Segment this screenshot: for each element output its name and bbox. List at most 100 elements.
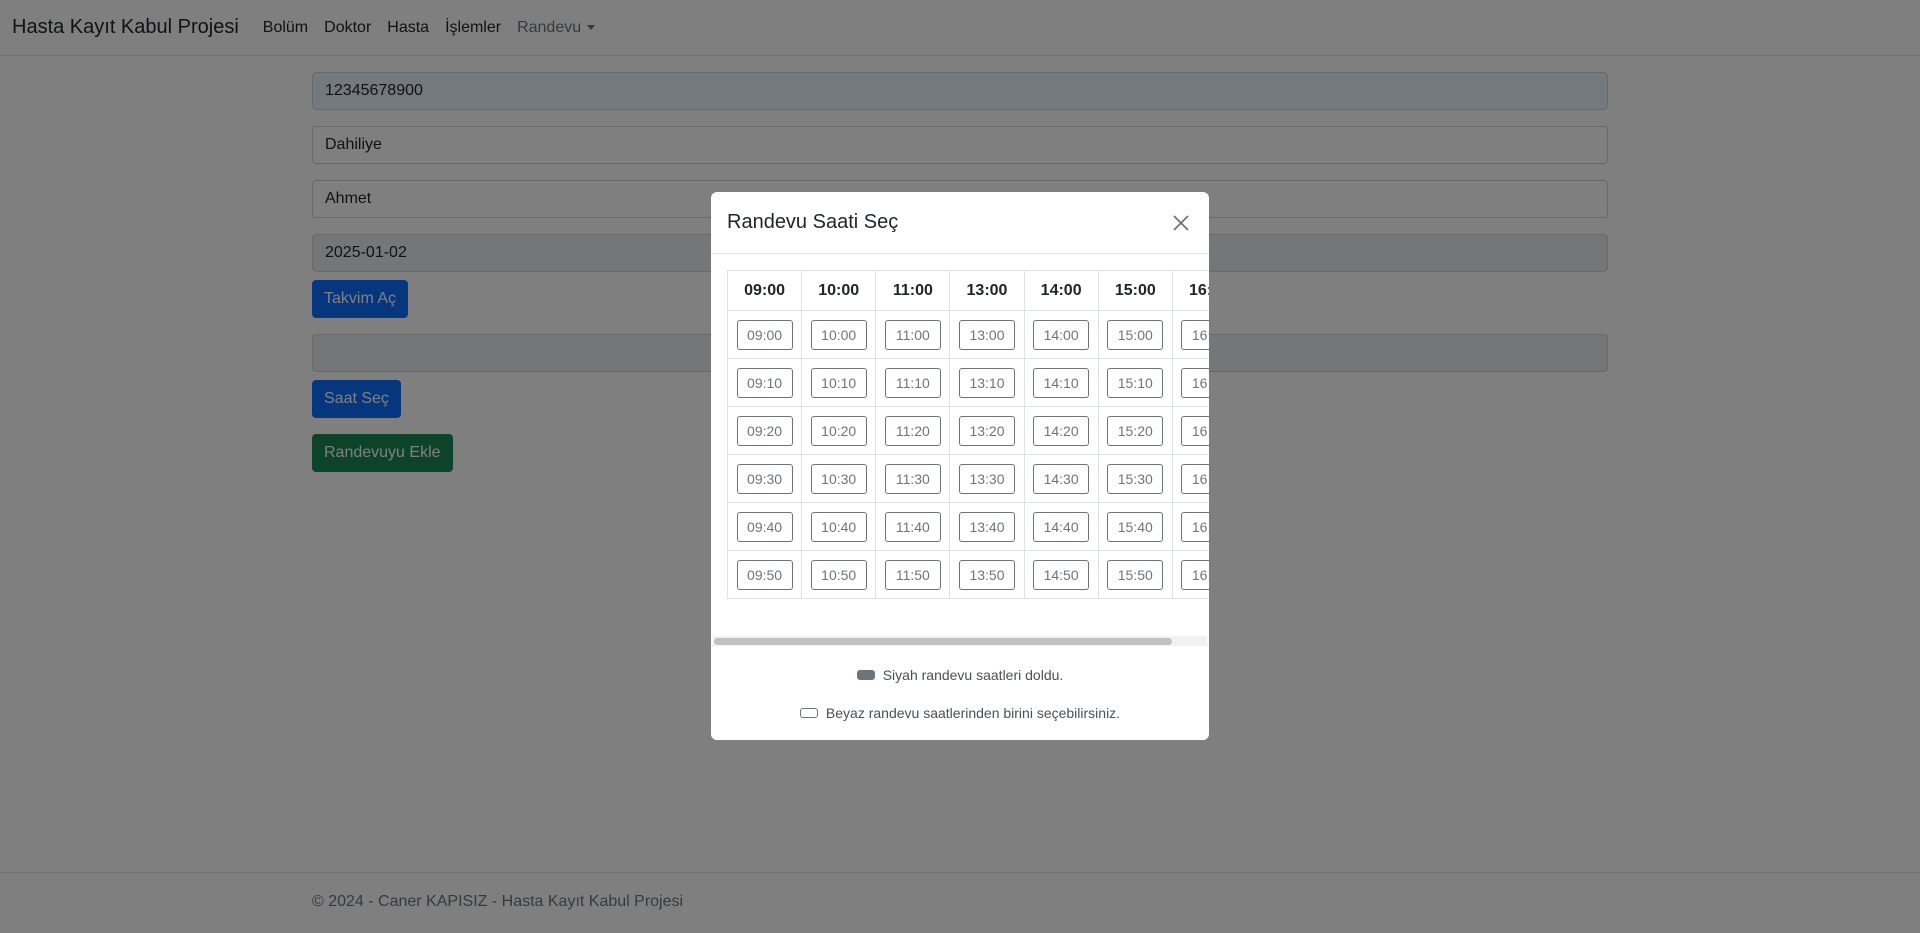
time-slot-button[interactable]: 10:20 [810,415,867,446]
table-cell: 14:20 [1023,406,1099,455]
time-slot-button[interactable]: 10:50 [810,559,867,590]
time-slot-button[interactable]: 10:40 [810,511,867,542]
table-cell: 16:40 [1171,502,1209,551]
time-slot-button[interactable]: 16:00 [1181,319,1209,350]
time-slots-table: 09:0010:0011:0013:0014:0015:0016:00 09:0… [726,270,1209,599]
table-cell: 10:20 [801,406,877,455]
column-header: 10:00 [801,270,877,311]
time-slot-button[interactable]: 14:50 [1033,559,1090,590]
time-slot-button[interactable]: 15:50 [1107,559,1164,590]
horizontal-scrollbar[interactable] [713,636,1207,646]
time-slot-button[interactable]: 11:40 [884,511,941,542]
table-cell: 09:50 [726,550,803,599]
time-slot-button[interactable]: 16:20 [1181,415,1209,446]
table-cell: 14:00 [1023,310,1099,359]
time-slot-button[interactable]: 11:20 [884,415,941,446]
table-cell: 15:00 [1097,310,1173,359]
slots-scroll-area: 09:0010:0011:0013:0014:0015:0016:00 09:0… [711,254,1209,634]
legend-available-text: Beyaz randevu saatlerinden birini seçebi… [825,705,1121,721]
table-cell: 16:30 [1171,454,1209,503]
time-slot-button[interactable]: 11:00 [884,319,941,350]
time-slot-button[interactable]: 11:30 [884,463,941,494]
column-header: 14:00 [1023,270,1099,311]
time-slot-button[interactable]: 10:00 [810,319,867,350]
time-picker-modal: Randevu Saati Seç 09:00 10:00 11:00 13:00 14… [711,192,1209,740]
time-slot-button[interactable]: 13:10 [958,367,1015,398]
time-slot-button[interactable]: 09:30 [736,463,793,494]
time-slot-button[interactable]: 13:40 [958,511,1015,542]
table-row: 09:10 10:10 11:10 13:10 14:10 15:10 16:10 [726,358,1209,407]
time-slot-button[interactable]: 13:00 [958,319,1015,350]
table-cell: 15:10 [1097,358,1173,407]
modal-body: 09:0010:0011:0013:0014:0015:0016:00 09:0… [711,254,1209,646]
time-slot-button[interactable]: 13:30 [958,463,1015,494]
time-slot-button[interactable]: 09:40 [736,511,793,542]
time-slot-button[interactable]: 15:10 [1107,367,1164,398]
time-slot-button[interactable]: 09:10 [736,367,793,398]
time-slot-button[interactable]: 11:10 [884,367,941,398]
table-cell: 15:40 [1097,502,1173,551]
table-cell: 13:20 [949,406,1025,455]
column-header: 13:00 [949,270,1025,311]
time-slot-button[interactable]: 16:40 [1181,511,1209,542]
time-slot-button[interactable]: 11:50 [884,559,941,590]
table-cell: 13:10 [949,358,1025,407]
column-header: 11:00 [875,270,951,311]
time-slot-button[interactable]: 09:50 [736,559,793,590]
table-cell: 14:30 [1023,454,1099,503]
modal-header: Randevu Saati Seç [711,192,1209,254]
table-cell: 11:30 [875,454,951,503]
table-cell: 09:00 [726,310,803,359]
table-row: 09:50 10:50 11:50 13:50 14:50 15:50 16:50 [726,550,1209,599]
time-slot-button[interactable]: 14:20 [1033,415,1090,446]
table-cell: 14:40 [1023,502,1099,551]
time-slot-button[interactable]: 16:30 [1181,463,1209,494]
table-cell: 10:50 [801,550,877,599]
time-slot-button[interactable]: 15:30 [1107,463,1164,494]
time-slot-button[interactable]: 14:30 [1033,463,1090,494]
time-slot-button[interactable]: 13:50 [958,559,1015,590]
legend-full-text: Siyah randevu saatleri doldu. [882,667,1064,683]
table-header-row: 09:0010:0011:0013:0014:0015:0016:00 [726,270,1209,311]
time-slot-button[interactable]: 16:10 [1181,367,1209,398]
close-icon[interactable] [1169,211,1193,235]
time-slot-button[interactable]: 14:00 [1033,319,1090,350]
modal-title: Randevu Saati Seç [727,211,899,233]
table-cell: 10:10 [801,358,877,407]
modal-footer: Siyah randevu saatleri doldu. Beyaz rand… [711,645,1209,732]
table-cell: 16:00 [1171,310,1209,359]
table-cell: 16:50 [1171,550,1209,599]
table-row: 09:00 10:00 11:00 13:00 14:00 15:00 16:00 [726,310,1209,359]
legend-light-swatch [799,708,818,718]
table-cell: 10:40 [801,502,877,551]
time-slot-button[interactable]: 13:20 [958,415,1015,446]
table-cell: 15:20 [1097,406,1173,455]
scrollbar-thumb[interactable] [714,638,1172,645]
time-slot-button[interactable]: 10:10 [810,367,867,398]
table-cell: 09:10 [726,358,803,407]
time-slot-button[interactable]: 14:40 [1033,511,1090,542]
time-slot-button[interactable]: 15:00 [1107,319,1164,350]
table-cell: 15:30 [1097,454,1173,503]
table-cell: 13:00 [949,310,1025,359]
time-slot-button[interactable]: 14:10 [1033,367,1090,398]
table-cell: 13:40 [949,502,1025,551]
table-cell: 13:30 [949,454,1025,503]
table-cell: 15:50 [1097,550,1173,599]
table-cell: 16:10 [1171,358,1209,407]
time-slot-button[interactable]: 15:40 [1107,511,1164,542]
table-row: 09:40 10:40 11:40 13:40 14:40 15:40 16:40 [726,502,1209,551]
table-cell: 10:00 [801,310,877,359]
time-slot-button[interactable]: 16:50 [1181,559,1209,590]
column-header: 09:00 [726,270,803,311]
time-slot-button[interactable]: 15:20 [1107,415,1164,446]
legend-dark-swatch [856,670,875,680]
table-cell: 11:50 [875,550,951,599]
time-slot-button[interactable]: 09:20 [736,415,793,446]
table-cell: 14:10 [1023,358,1099,407]
table-cell: 11:20 [875,406,951,455]
table-cell: 09:40 [726,502,803,551]
time-slot-button[interactable]: 10:30 [810,463,867,494]
time-slot-button[interactable]: 09:00 [736,319,793,350]
column-header: 16:00 [1171,270,1209,311]
